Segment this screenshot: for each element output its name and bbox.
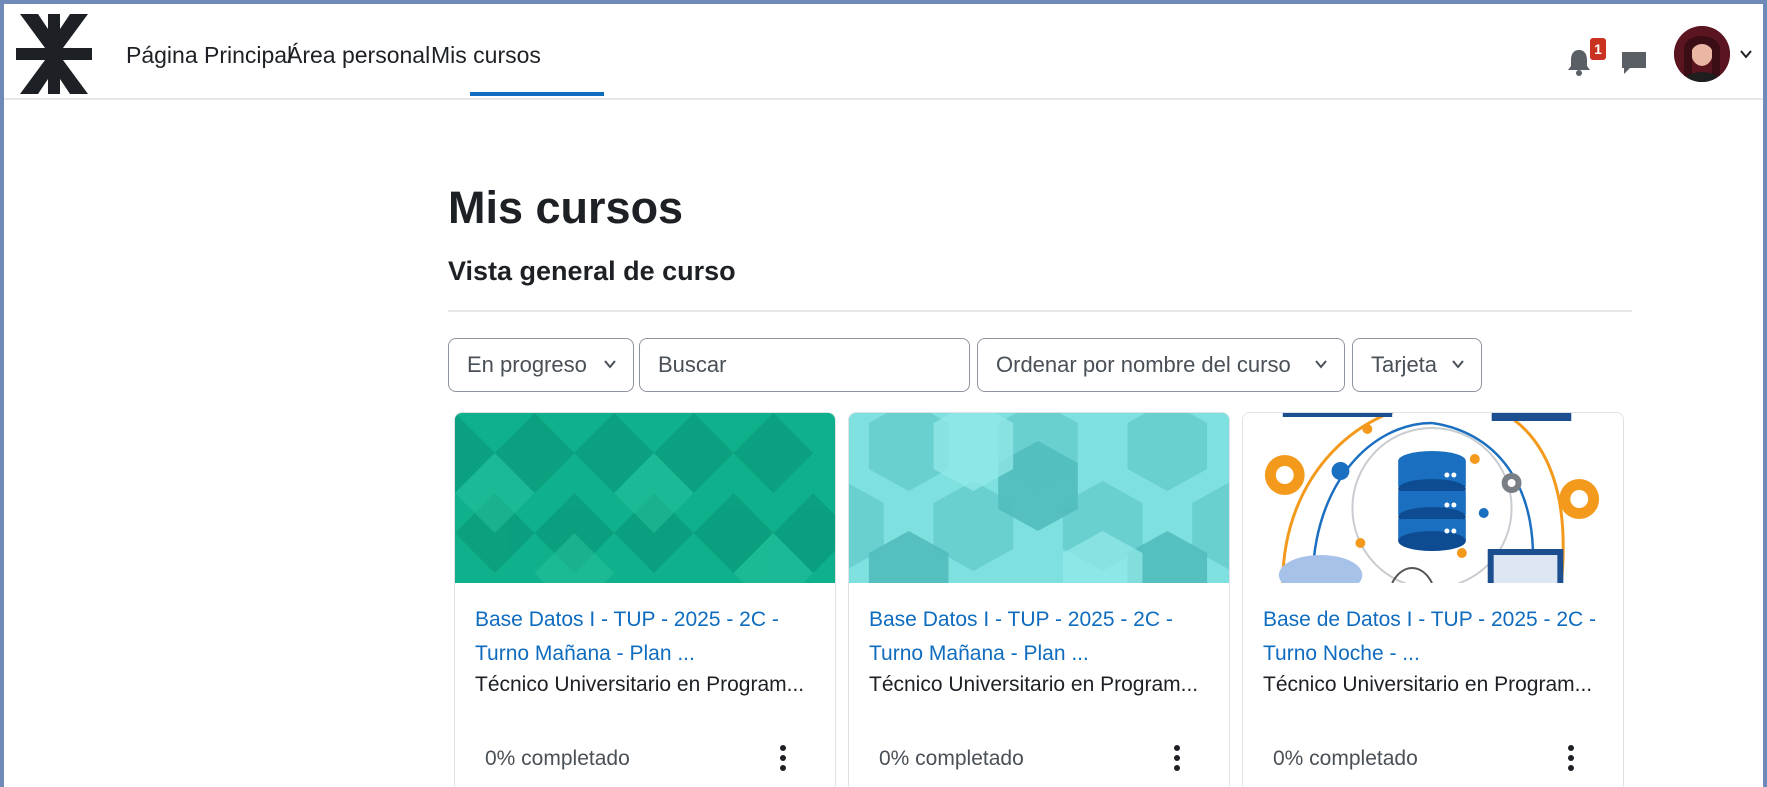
nav-item-pagina-principal[interactable]: Página Principal (126, 42, 292, 69)
course-category: Técnico Universitario en Program... (475, 673, 805, 696)
course-title-line: Turno Mañana - Plan ... (475, 642, 695, 665)
course-title-line: Turno Mañana - Plan ... (869, 642, 1089, 665)
sort-dropdown-label: Ordenar por nombre del curso (996, 352, 1291, 377)
search-field[interactable] (639, 338, 970, 392)
active-tab-indicator (470, 92, 604, 96)
course-progress: 0% completado (879, 747, 1024, 770)
notification-count-badge: 1 (1590, 38, 1606, 60)
grouping-dropdown[interactable]: En progreso (448, 338, 634, 392)
page-title: Mis cursos (448, 182, 684, 233)
chevron-down-icon[interactable] (1738, 46, 1754, 62)
chevron-down-icon (604, 360, 616, 369)
course-title-line: Base Datos I - TUP - 2025 - 2C - (475, 608, 779, 631)
course-progress: 0% completado (485, 747, 630, 770)
section-title: Vista general de curso (448, 256, 736, 286)
kebab-menu-icon[interactable] (775, 743, 791, 773)
course-title-link[interactable]: Base de Datos I - TUP - 2025 - 2C - Turn… (1263, 603, 1613, 671)
course-image[interactable] (849, 413, 1229, 583)
course-title-line: Turno Noche - ... (1263, 642, 1420, 665)
course-image[interactable] (455, 413, 835, 583)
course-card[interactable]: Base de Datos I - TUP - 2025 - 2C - Turn… (1242, 412, 1624, 787)
avatar[interactable] (1674, 26, 1730, 82)
course-image[interactable] (1243, 413, 1623, 583)
course-card[interactable]: Base Datos I - TUP - 2025 - 2C - Turno M… (848, 412, 1230, 787)
view-dropdown[interactable]: Tarjeta (1352, 338, 1482, 392)
utn-logo[interactable] (16, 14, 92, 94)
view-dropdown-label: Tarjeta (1371, 352, 1438, 377)
chevron-down-icon (1452, 360, 1464, 369)
search-input[interactable] (658, 341, 958, 389)
grouping-dropdown-label: En progreso (467, 352, 587, 377)
course-category: Técnico Universitario en Program... (1263, 673, 1593, 696)
course-category: Técnico Universitario en Program... (869, 673, 1199, 696)
course-title-line: Base de Datos I - TUP - 2025 - 2C - (1263, 608, 1597, 631)
nav-item-area-personal[interactable]: Área personal (287, 42, 430, 69)
sort-dropdown[interactable]: Ordenar por nombre del curso (977, 338, 1345, 392)
section-divider (448, 310, 1632, 312)
course-title-link[interactable]: Base Datos I - TUP - 2025 - 2C - Turno M… (869, 603, 1219, 671)
top-navbar: Página Principal Área personal Mis curso… (4, 4, 1763, 100)
kebab-menu-icon[interactable] (1563, 743, 1579, 773)
bell-icon[interactable] (1566, 48, 1592, 76)
course-card[interactable]: Base Datos I - TUP - 2025 - 2C - Turno M… (454, 412, 836, 787)
nav-item-mis-cursos[interactable]: Mis cursos (431, 42, 541, 69)
kebab-menu-icon[interactable] (1169, 743, 1185, 773)
chat-icon[interactable] (1620, 50, 1648, 76)
chevron-down-icon (1315, 360, 1327, 369)
course-title-line: Base Datos I - TUP - 2025 - 2C - (869, 608, 1173, 631)
course-title-link[interactable]: Base Datos I - TUP - 2025 - 2C - Turno M… (475, 603, 825, 671)
course-progress: 0% completado (1273, 747, 1418, 770)
